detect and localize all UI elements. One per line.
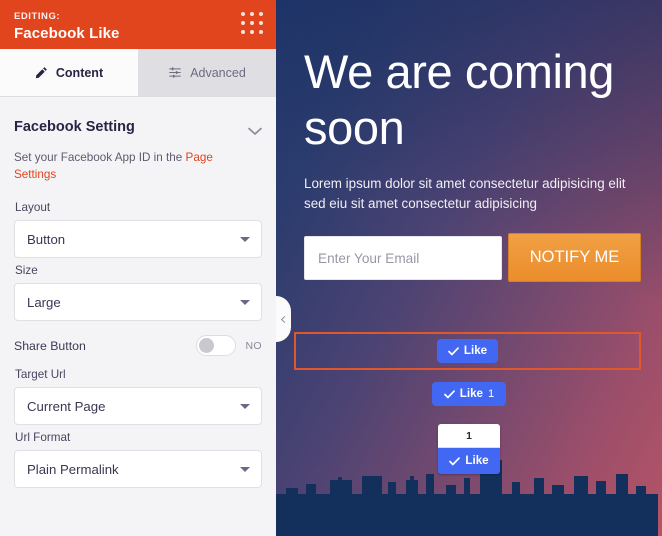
preview-content: We are coming soon Lorem ipsum dolor sit… [276, 0, 662, 282]
grid-dots-icon[interactable] [241, 12, 265, 36]
layout-select-value: Button [27, 231, 66, 247]
like-button-label: Like [465, 454, 489, 467]
field-target-url: Target Url Current Page [14, 362, 262, 425]
sliders-icon [168, 66, 182, 79]
editing-widget-title: Facebook Like [14, 25, 120, 42]
field-share-button: Share Button NO [14, 321, 262, 362]
field-label-target-url: Target Url [15, 368, 66, 381]
thumbs-check-icon [449, 456, 461, 466]
url-format-select-value: Plain Permalink [27, 461, 119, 477]
chevron-left-icon [280, 315, 289, 323]
like-button-box[interactable]: Like [438, 448, 500, 474]
app-id-hint: Set your Facebook App ID in the Page Set… [14, 143, 246, 195]
sidebar-header: EDITING: Facebook Like [0, 0, 276, 49]
field-size: Size Large [14, 258, 262, 321]
editor-root: EDITING: Facebook Like Content Advanced … [0, 0, 662, 536]
like-button-label: Like [463, 344, 488, 357]
preview-heading: We are coming soon [304, 45, 615, 154]
size-select[interactable]: Large [14, 283, 262, 321]
toggle-knob [199, 338, 215, 353]
thumbs-check-icon [448, 346, 459, 356]
like-button-selected[interactable]: Like [436, 339, 499, 363]
field-label-layout: Layout [15, 201, 51, 214]
editing-label: EDITING: [14, 11, 61, 22]
subscribe-form: Enter Your Email NOTIFY ME [304, 233, 662, 282]
field-label-size: Size [15, 264, 38, 277]
chevron-down-icon [240, 300, 250, 305]
facebook-setting-section-header[interactable]: Facebook Setting [14, 97, 262, 143]
like-box-count: 1 [438, 424, 500, 448]
like-box: 1 Like [438, 424, 500, 474]
sidebar-tabs: Content Advanced [0, 49, 276, 97]
field-label-url-format: Url Format [15, 431, 71, 444]
like-button-with-count[interactable]: Like 1 [431, 382, 507, 406]
layout-select[interactable]: Button [14, 220, 262, 258]
pencil-icon [35, 66, 48, 79]
share-button-toggle-state: NO [245, 339, 262, 352]
sidebar-collapse-toggle[interactable] [276, 296, 291, 342]
url-format-select[interactable]: Plain Permalink [14, 450, 262, 488]
email-input[interactable]: Enter Your Email [304, 236, 502, 280]
tab-content[interactable]: Content [0, 49, 138, 96]
chevron-down-icon [240, 467, 250, 472]
like-count: 1 [487, 388, 495, 400]
size-select-value: Large [27, 294, 61, 310]
field-url-format: Url Format Plain Permalink [14, 425, 262, 488]
field-layout: Layout Button [14, 195, 262, 258]
page-preview: We are coming soon Lorem ipsum dolor sit… [276, 0, 662, 536]
field-label-share-button: Share Button [14, 338, 86, 353]
email-input-placeholder: Enter Your Email [318, 250, 420, 266]
settings-panel: Facebook Setting Set your Facebook App I… [0, 97, 276, 488]
notify-me-button[interactable]: NOTIFY ME [508, 233, 641, 282]
chevron-down-icon[interactable] [248, 123, 262, 135]
chevron-down-icon [240, 237, 250, 242]
thumbs-check-icon [443, 389, 455, 399]
chevron-down-icon [240, 404, 250, 409]
preview-subtext: Lorem ipsum dolor sit amet consectetur a… [304, 176, 626, 211]
tab-advanced-label: Advanced [190, 65, 246, 80]
target-url-select[interactable]: Current Page [14, 387, 262, 425]
section-title: Facebook Setting [14, 119, 135, 135]
tab-advanced[interactable]: Advanced [138, 49, 276, 96]
target-url-select-value: Current Page [27, 398, 106, 414]
settings-sidebar: EDITING: Facebook Like Content Advanced … [0, 0, 276, 536]
tab-content-label: Content [55, 65, 104, 80]
app-id-hint-text: Set your Facebook App ID in the [14, 151, 186, 164]
like-widget-box-count: 1 Like [276, 424, 662, 474]
like-button-label: Like [459, 387, 483, 400]
selected-widget-outline[interactable]: Like [294, 332, 641, 370]
share-button-toggle[interactable] [196, 335, 237, 356]
like-widget-with-count: Like 1 [276, 382, 662, 406]
